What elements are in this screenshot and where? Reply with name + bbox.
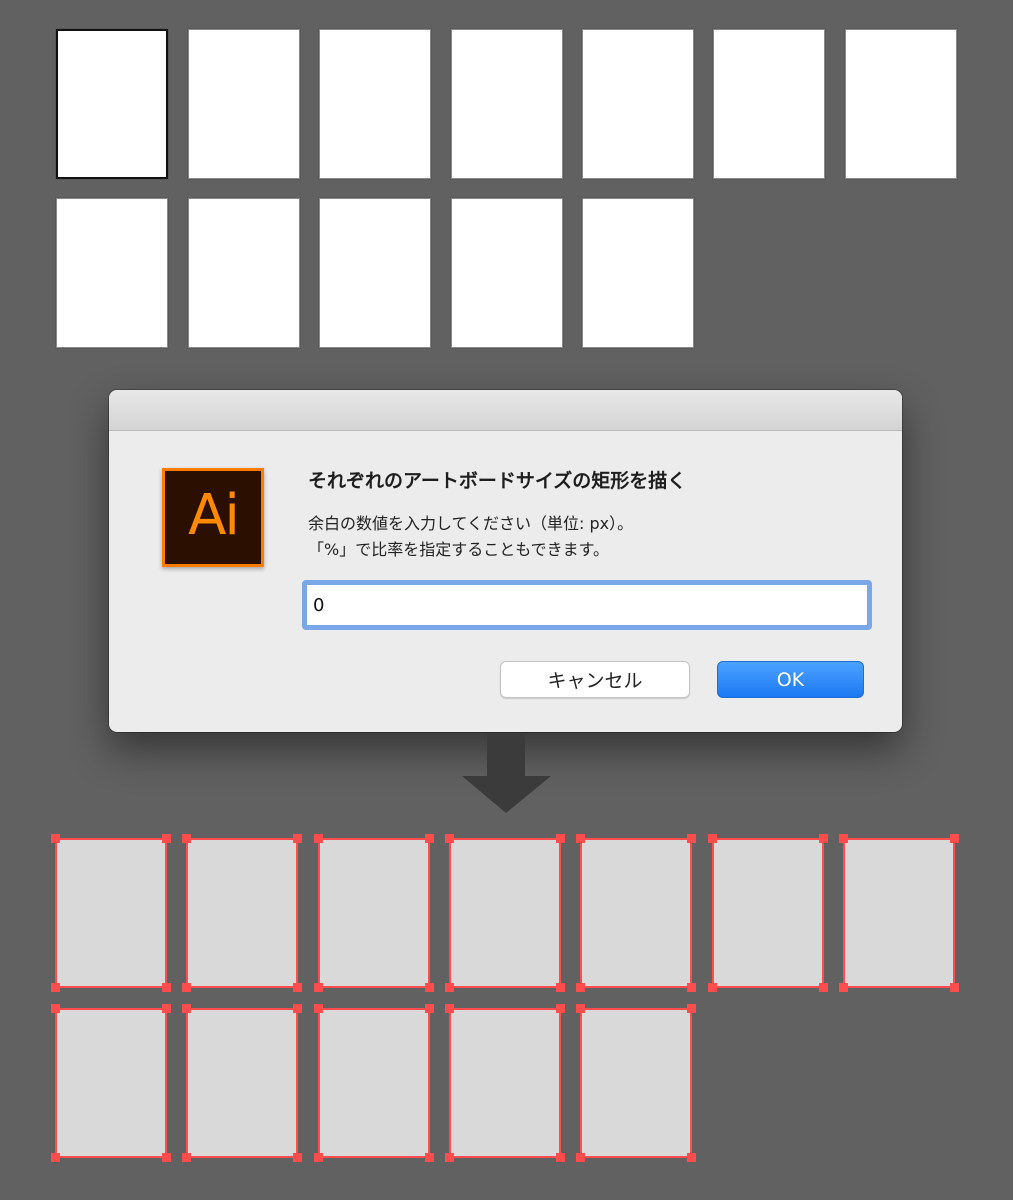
artboard-3[interactable]	[319, 29, 431, 179]
anchor-handle[interactable]	[445, 983, 454, 992]
anchor-handle[interactable]	[819, 834, 828, 843]
anchor-handle[interactable]	[162, 1004, 171, 1013]
anchor-handle[interactable]	[950, 834, 959, 843]
anchor-handle[interactable]	[556, 1153, 565, 1162]
artboard-2[interactable]	[188, 29, 300, 179]
rectangle-7[interactable]	[839, 834, 959, 992]
anchor-handle[interactable]	[687, 1004, 696, 1013]
artboard-8[interactable]	[56, 198, 168, 348]
artboard-10[interactable]	[319, 198, 431, 348]
anchor-handle[interactable]	[293, 983, 302, 992]
anchor-handle[interactable]	[425, 983, 434, 992]
anchor-handle[interactable]	[819, 983, 828, 992]
dialog-title: それぞれのアートボードサイズの矩形を描く	[308, 470, 687, 492]
anchor-handle[interactable]	[314, 1004, 323, 1013]
anchor-handle[interactable]	[293, 834, 302, 843]
anchor-handle[interactable]	[293, 1153, 302, 1162]
anchor-handle[interactable]	[556, 983, 565, 992]
rectangle-4[interactable]	[445, 834, 565, 992]
rectangle-10[interactable]	[314, 1004, 434, 1162]
artboard-7[interactable]	[845, 29, 957, 179]
artboard-4[interactable]	[451, 29, 563, 179]
dialog-titlebar[interactable]	[109, 390, 902, 431]
draw-rectangles-dialog: Ai それぞれのアートボードサイズの矩形を描く 余白の数値を入力してください（単…	[109, 390, 902, 732]
rectangle-1[interactable]	[51, 834, 171, 992]
anchor-handle[interactable]	[162, 1153, 171, 1162]
message-line-2: 「%」で比率を指定することもできます。	[308, 540, 609, 559]
anchor-handle[interactable]	[182, 1004, 191, 1013]
anchor-handle[interactable]	[162, 983, 171, 992]
anchor-handle[interactable]	[687, 1153, 696, 1162]
artboard-1[interactable]	[56, 29, 168, 179]
anchor-handle[interactable]	[556, 1004, 565, 1013]
anchor-handle[interactable]	[445, 1004, 454, 1013]
anchor-handle[interactable]	[425, 1004, 434, 1013]
anchor-handle[interactable]	[51, 834, 60, 843]
ok-button[interactable]: OK	[717, 661, 864, 698]
rectangle-5[interactable]	[576, 834, 696, 992]
anchor-handle[interactable]	[51, 983, 60, 992]
anchor-handle[interactable]	[576, 1153, 585, 1162]
rectangle-9[interactable]	[182, 1004, 302, 1162]
margin-input[interactable]	[307, 585, 867, 625]
anchor-handle[interactable]	[839, 983, 848, 992]
message-line-1: 余白の数値を入力してください（単位: px）。	[308, 514, 634, 533]
anchor-handle[interactable]	[556, 834, 565, 843]
margin-input-focus-ring	[302, 580, 872, 630]
rectangle-3[interactable]	[314, 834, 434, 992]
anchor-handle[interactable]	[576, 983, 585, 992]
artboard-9[interactable]	[188, 198, 300, 348]
illustrator-logo-icon: Ai	[162, 468, 264, 567]
rectangle-8[interactable]	[51, 1004, 171, 1162]
anchor-handle[interactable]	[51, 1004, 60, 1013]
anchor-handle[interactable]	[445, 1153, 454, 1162]
anchor-handle[interactable]	[314, 1153, 323, 1162]
anchor-handle[interactable]	[182, 983, 191, 992]
anchor-handle[interactable]	[314, 983, 323, 992]
anchor-handle[interactable]	[445, 834, 454, 843]
rectangle-11[interactable]	[445, 1004, 565, 1162]
anchor-handle[interactable]	[576, 1004, 585, 1013]
anchor-handle[interactable]	[162, 834, 171, 843]
anchor-handle[interactable]	[839, 834, 848, 843]
artboard-12[interactable]	[582, 198, 694, 348]
cancel-button[interactable]: キャンセル	[500, 661, 690, 698]
rectangle-12[interactable]	[576, 1004, 696, 1162]
anchor-handle[interactable]	[708, 834, 717, 843]
anchor-handle[interactable]	[425, 1153, 434, 1162]
rectangle-2[interactable]	[182, 834, 302, 992]
anchor-handle[interactable]	[293, 1004, 302, 1013]
anchor-handle[interactable]	[576, 834, 585, 843]
anchor-handle[interactable]	[314, 834, 323, 843]
logo-text: Ai	[188, 483, 240, 548]
artboard-6[interactable]	[713, 29, 825, 179]
anchor-handle[interactable]	[687, 983, 696, 992]
dialog-message: 余白の数値を入力してください（単位: px）。 「%」で比率を指定することもでき…	[308, 511, 633, 563]
anchor-handle[interactable]	[950, 983, 959, 992]
rectangle-6[interactable]	[708, 834, 828, 992]
anchor-handle[interactable]	[708, 983, 717, 992]
anchor-handle[interactable]	[182, 834, 191, 843]
artboard-11[interactable]	[451, 198, 563, 348]
artboard-5[interactable]	[582, 29, 694, 179]
anchor-handle[interactable]	[182, 1153, 191, 1162]
anchor-handle[interactable]	[687, 834, 696, 843]
arrow-down-icon	[462, 733, 551, 813]
anchor-handle[interactable]	[51, 1153, 60, 1162]
anchor-handle[interactable]	[425, 834, 434, 843]
